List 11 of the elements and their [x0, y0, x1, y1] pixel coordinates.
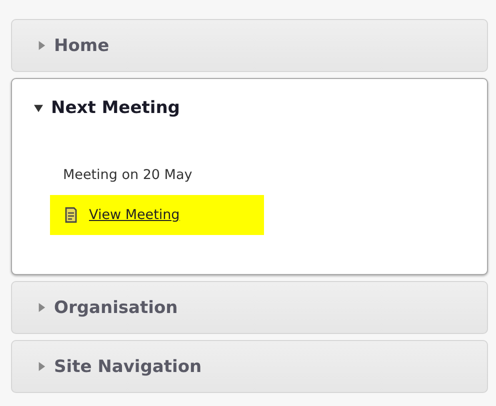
- meeting-date-text: Meeting on 20 May: [63, 167, 192, 183]
- section-title[interactable]: Site Navigation: [54, 356, 202, 376]
- section-title[interactable]: Next Meeting: [51, 98, 180, 118]
- caret-right-icon[interactable]: [37, 303, 46, 312]
- section-title[interactable]: Organisation: [54, 298, 178, 318]
- section-title[interactable]: Home: [54, 36, 110, 56]
- note-icon: [63, 206, 79, 224]
- caret-down-icon[interactable]: [34, 104, 43, 112]
- caret-right-icon[interactable]: [37, 362, 46, 371]
- view-meeting-link[interactable]: View Meeting: [89, 207, 180, 223]
- caret-right-icon[interactable]: [37, 41, 46, 50]
